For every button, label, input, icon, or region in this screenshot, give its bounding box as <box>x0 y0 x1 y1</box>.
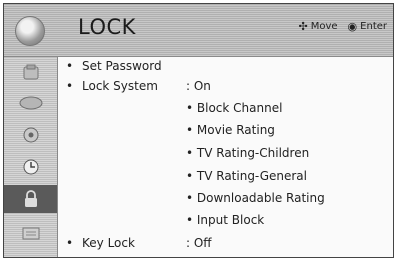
key-lock-value: : Off <box>186 236 212 250</box>
time-icon <box>23 159 38 175</box>
menu-category-icon <box>15 16 45 46</box>
enter-hint: ◉ Enter <box>348 20 387 33</box>
menu-category-sidebar <box>4 57 58 257</box>
sidebar-item-lock[interactable] <box>4 185 57 213</box>
sidebar-item-option[interactable] <box>4 219 57 247</box>
menu-header: LOCK ✣ Move ◉ Enter <box>4 4 393 57</box>
sidebar-item-time[interactable] <box>4 153 57 181</box>
menu-item-key-lock[interactable]: • Key Lock : Off <box>66 236 386 252</box>
movie-rating-label: • Movie Rating <box>186 123 275 137</box>
lock-menu-screen: LOCK ✣ Move ◉ Enter • Set Password • Loc… <box>3 3 394 258</box>
lock-icon <box>24 190 37 207</box>
tv-rating-general-label: • TV Rating-General <box>186 169 307 183</box>
tv-rating-children-label: • TV Rating-Children <box>186 146 310 160</box>
bullet: • <box>66 59 74 73</box>
lock-system-value: : On <box>186 79 211 93</box>
setup-icon <box>23 64 38 80</box>
lock-system-label: Lock System <box>82 79 158 93</box>
option-icon <box>22 227 39 240</box>
menu-item-lock-system[interactable]: • Lock System : On <box>66 79 386 95</box>
move-hint-label: Move <box>310 21 338 32</box>
sidebar-item-audio[interactable] <box>4 121 57 149</box>
enter-hint-label: Enter <box>360 21 387 32</box>
audio-icon <box>23 127 38 143</box>
key-lock-label: Key Lock <box>82 236 135 250</box>
sidebar-item-picture[interactable] <box>4 89 57 117</box>
bullet: • <box>66 79 74 93</box>
input-block-label: • Input Block <box>186 213 265 227</box>
menu-item-set-password[interactable]: • Set Password <box>66 59 386 75</box>
ok-button-icon: ◉ <box>347 20 358 33</box>
page-title: LOCK <box>78 15 136 39</box>
move-hint: ✣ Move <box>299 20 338 33</box>
lock-menu-content: • Set Password • Lock System : On • Bloc… <box>58 57 393 257</box>
block-channel-label: • Block Channel <box>186 101 283 115</box>
bullet: • <box>66 236 74 250</box>
picture-icon <box>19 96 42 110</box>
sidebar-item-setup[interactable] <box>4 59 57 87</box>
downloadable-rating-label: • Downloadable Rating <box>186 191 325 205</box>
set-password-label: Set Password <box>82 59 162 73</box>
navigation-hints: ✣ Move ◉ Enter <box>299 20 388 33</box>
dpad-icon: ✣ <box>298 20 308 33</box>
